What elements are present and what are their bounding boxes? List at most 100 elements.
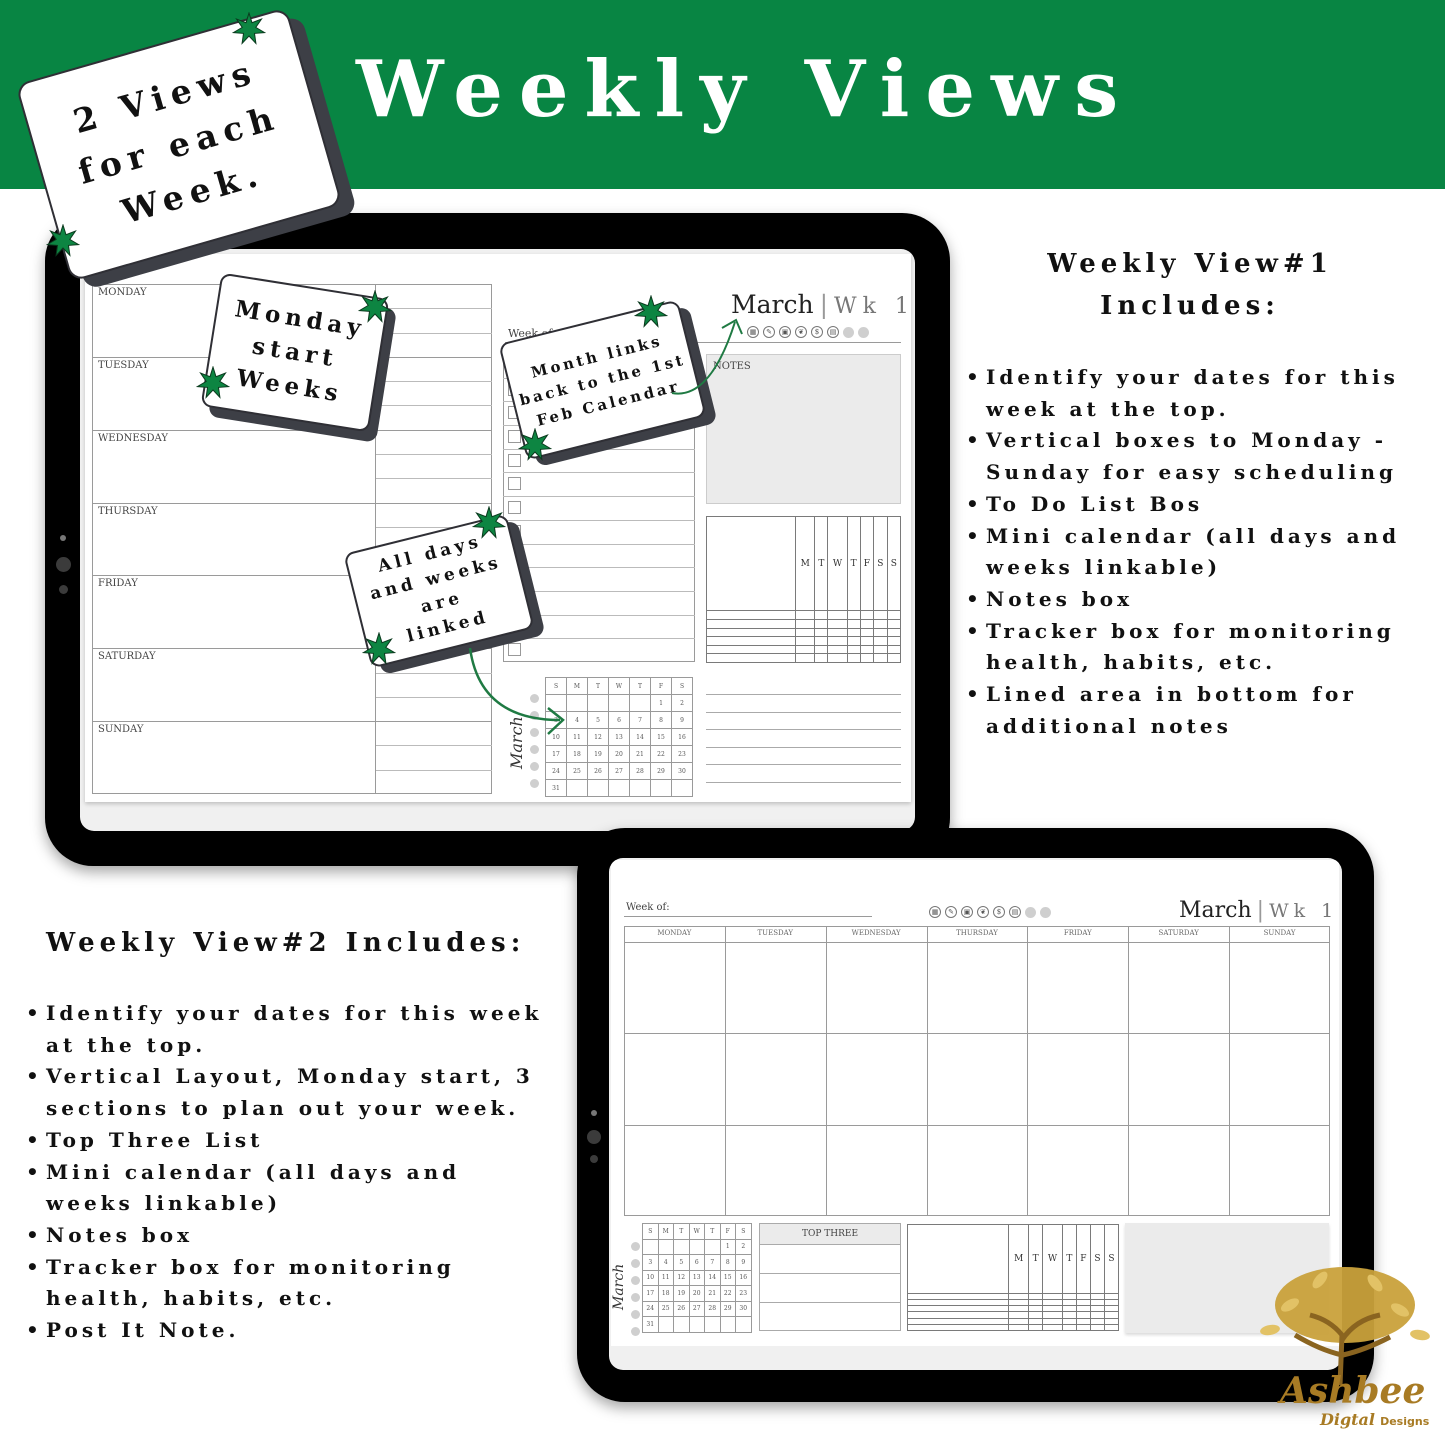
grid-col-divider (926, 926, 928, 1216)
logo-tagline-text: Designs (1380, 1415, 1430, 1428)
grid-col-divider (1027, 926, 1029, 1216)
cal-weekday: S (642, 1223, 659, 1240)
cal-day[interactable]: 15 (719, 1269, 736, 1286)
tab-icons: ▦ ✎ ▣ ❦ $ ▤ (929, 906, 1051, 918)
tracker-check-cell[interactable] (1062, 1323, 1077, 1332)
cal-day[interactable]: 6 (688, 1254, 705, 1271)
cal-day[interactable]: 14 (704, 1269, 721, 1286)
cal-day[interactable]: 4 (657, 1254, 674, 1271)
star-pin-icon (232, 12, 266, 45)
star-pin-icon (196, 366, 230, 399)
cal-day[interactable]: 29 (719, 1300, 736, 1317)
cal-day[interactable]: 5 (673, 1254, 690, 1271)
day-header[interactable]: WEDNESDAY (826, 929, 927, 937)
cal-day (642, 1238, 659, 1255)
cal-weekday: M (657, 1223, 674, 1240)
cal-day[interactable]: 2 (735, 1238, 752, 1255)
cal-day[interactable]: 12 (673, 1269, 690, 1286)
feature-item: Top Three List (26, 1125, 556, 1157)
tablet-screen-2: Week of: ▦ ✎ ▣ ❦ $ ▤ March | Wk 1 March SMTWTFS… (609, 858, 1342, 1370)
feature-item: Tracker box for monitoring health, habit… (26, 1252, 556, 1315)
cal-day[interactable]: 3 (642, 1254, 659, 1271)
cal-weekday: W (688, 1223, 705, 1240)
cal-day[interactable]: 8 (719, 1254, 736, 1271)
cal-day[interactable]: 23 (735, 1285, 752, 1302)
cal-weekday: S (735, 1223, 752, 1240)
tracker-habit-cell[interactable] (906, 1323, 1010, 1332)
features-1-title-line: Weekly View#1 (1047, 249, 1333, 279)
cal-day[interactable]: 16 (735, 1269, 752, 1286)
logo-tagline-script: Digtal (1320, 1410, 1375, 1429)
cal-day[interactable]: 31 (642, 1316, 659, 1333)
tracker-day-header: M (1008, 1224, 1030, 1294)
pin-icon[interactable]: ✎ (945, 906, 957, 918)
day-header[interactable]: SUNDAY (1229, 929, 1330, 937)
tracker-day-header: T (1028, 1224, 1043, 1294)
cal-day[interactable]: 18 (657, 1285, 674, 1302)
dollar-icon[interactable]: $ (993, 906, 1005, 918)
tracker-check-cell[interactable] (1008, 1323, 1030, 1332)
cal-day[interactable]: 17 (642, 1285, 659, 1302)
cal-day[interactable]: 21 (704, 1285, 721, 1302)
cal-day[interactable]: 9 (735, 1254, 752, 1271)
mini-cal-month-script[interactable]: March (611, 1264, 627, 1310)
blank-tab-dot[interactable] (1025, 906, 1036, 918)
features-2-title: Weekly View#2 Includes: (46, 928, 526, 958)
cal-week-row: 17 18 19 20 21 22 23 (642, 1285, 752, 1302)
features-1-list: Identify your dates for this week at the… (966, 362, 1406, 742)
day-header[interactable]: SATURDAY (1128, 929, 1229, 937)
feature-item: Notes box (26, 1220, 556, 1252)
day-header[interactable]: TUESDAY (725, 929, 826, 937)
grid-header-divider (624, 942, 1330, 943)
top-three-label: TOP THREE (760, 1224, 900, 1245)
feature-item: Identify your dates for this week at the… (966, 362, 1406, 425)
month-link[interactable]: March (1179, 898, 1252, 923)
month-week-header: March | Wk 1 (1179, 898, 1339, 923)
document-icon[interactable]: ▤ (1009, 906, 1021, 918)
cal-day (673, 1316, 690, 1333)
tracker-header-blank (906, 1224, 1010, 1294)
tracker-check-cell[interactable] (1028, 1323, 1043, 1332)
tracker-check-cell[interactable] (1075, 1323, 1091, 1332)
cal-day[interactable]: 24 (642, 1300, 659, 1317)
calendar-icon[interactable]: ▦ (929, 906, 941, 918)
cal-day (719, 1316, 736, 1333)
top-three-item[interactable] (760, 1245, 900, 1274)
features-1-title: Weekly View#1 Includes: (1000, 243, 1380, 327)
top-three-item[interactable] (760, 1274, 900, 1303)
cal-day (657, 1238, 674, 1255)
logo-name: Ashbee (1280, 1370, 1426, 1412)
planner-page-2: Week of: ▦ ✎ ▣ ❦ $ ▤ March | Wk 1 March SMTWTFS… (611, 860, 1339, 1346)
tracker-check-cell[interactable] (1041, 1323, 1064, 1332)
camera-icon[interactable]: ▣ (961, 906, 973, 918)
cal-day[interactable]: 30 (735, 1300, 752, 1317)
tracker-check-cell[interactable] (1103, 1323, 1120, 1332)
cal-day (688, 1238, 705, 1255)
features-1-title-line: Includes: (1100, 291, 1280, 321)
cal-day (735, 1316, 752, 1333)
cal-day[interactable]: 25 (657, 1300, 674, 1317)
cal-day[interactable]: 1 (719, 1238, 736, 1255)
tracker-day-header: W (1041, 1224, 1064, 1294)
day-header[interactable]: MONDAY (624, 929, 725, 937)
cal-day[interactable]: 22 (719, 1285, 736, 1302)
grid-row-divider (624, 1124, 1330, 1126)
cal-day[interactable]: 10 (642, 1269, 659, 1286)
week-label: Wk 1 (1269, 900, 1339, 922)
cal-day[interactable]: 27 (688, 1300, 705, 1317)
top-three-item[interactable] (760, 1303, 900, 1331)
cal-week-row: 12 (642, 1238, 752, 1255)
cal-day[interactable]: 28 (704, 1300, 721, 1317)
day-header[interactable]: FRIDAY (1027, 929, 1128, 937)
leaf-icon[interactable]: ❦ (977, 906, 989, 918)
cal-day[interactable]: 13 (688, 1269, 705, 1286)
day-header[interactable]: THURSDAY (927, 929, 1028, 937)
cal-day[interactable]: 7 (704, 1254, 721, 1271)
cal-day[interactable]: 26 (673, 1300, 690, 1317)
tracker-check-cell[interactable] (1089, 1323, 1105, 1332)
cal-day[interactable]: 19 (673, 1285, 690, 1302)
cal-day[interactable]: 11 (657, 1269, 674, 1286)
cal-day[interactable]: 20 (688, 1285, 705, 1302)
blank-tab-dot[interactable] (1040, 906, 1051, 918)
tracker-day-header: S (1089, 1224, 1105, 1294)
